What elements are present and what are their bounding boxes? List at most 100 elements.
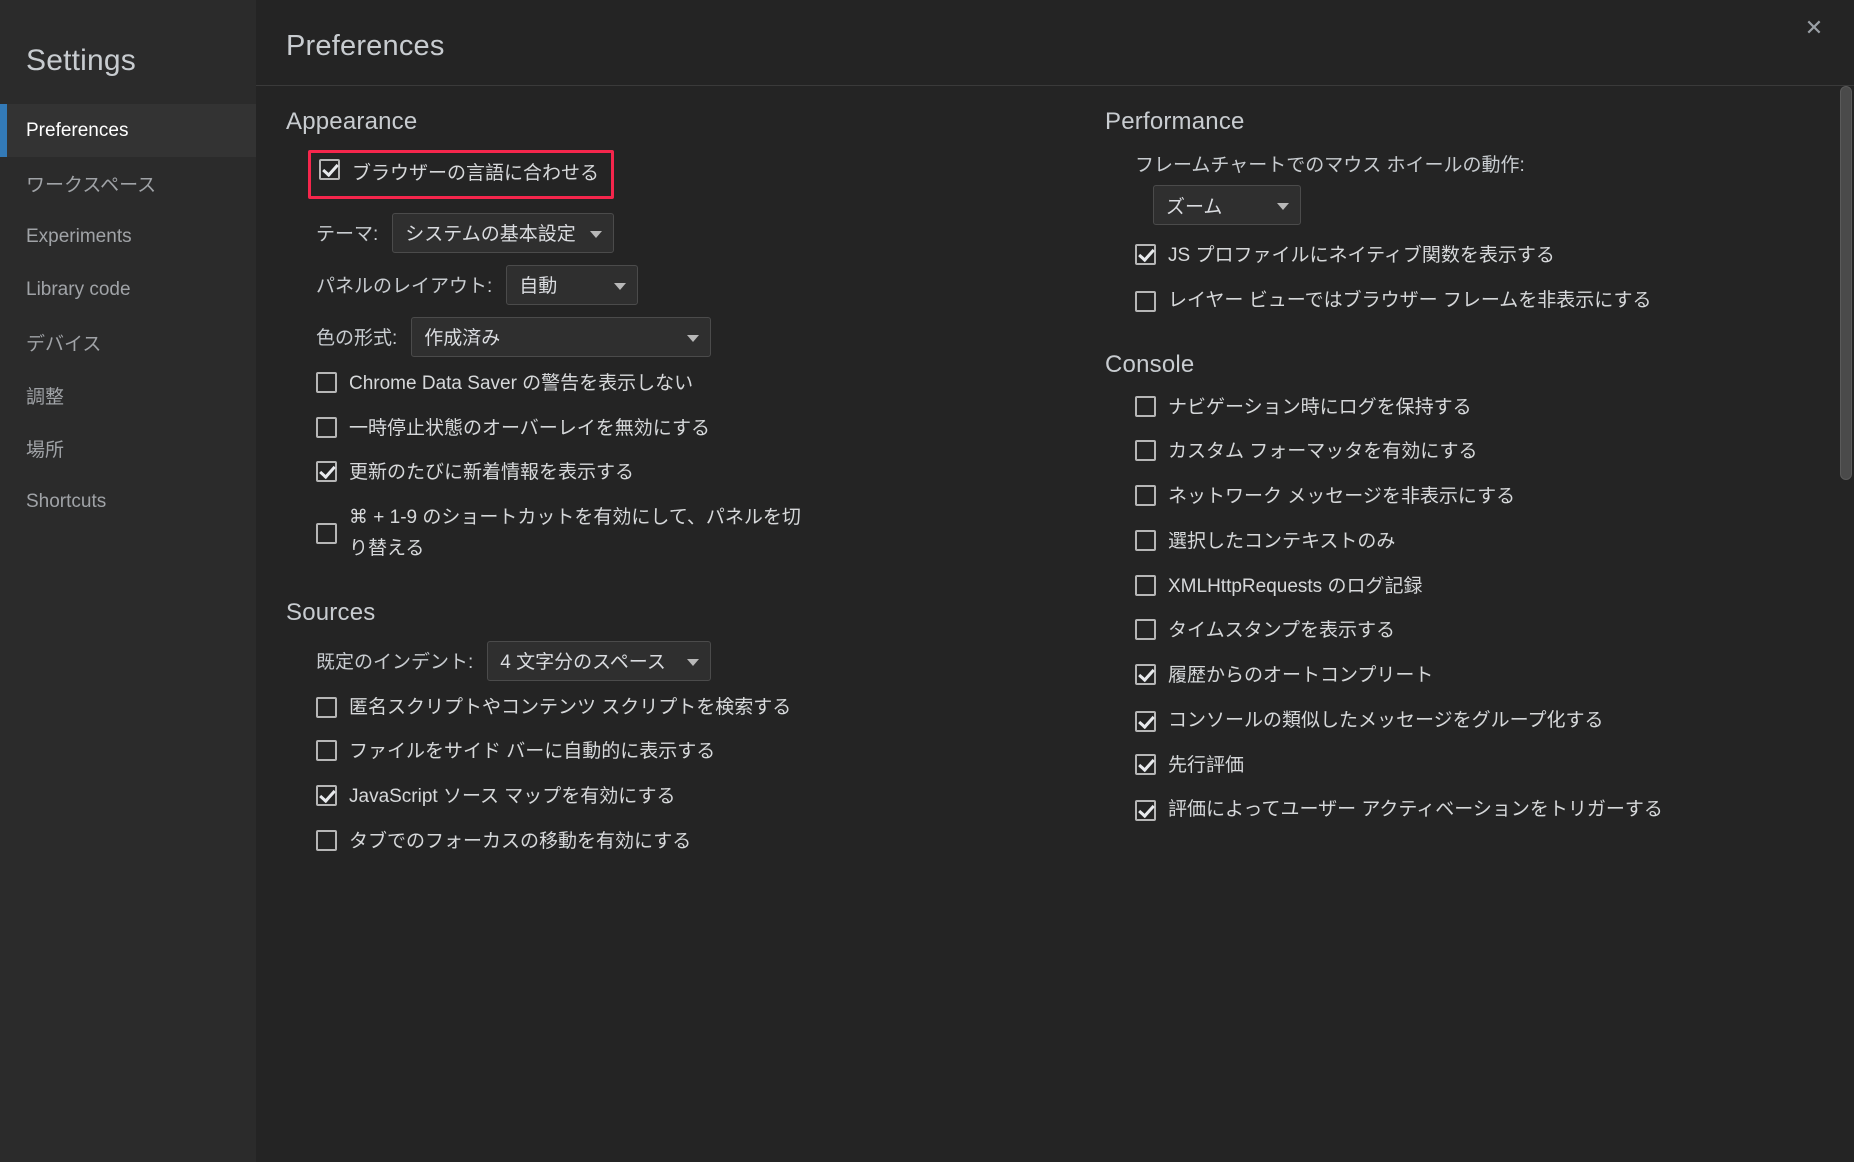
select-row[interactable]: 自動 bbox=[506, 265, 638, 305]
checkbox-unchecked-icon[interactable] bbox=[1135, 291, 1156, 312]
checkbox-row[interactable]: 履歴からのオートコンプリート bbox=[1135, 661, 1834, 692]
checkbox-unchecked-icon[interactable] bbox=[316, 697, 337, 718]
checkbox-label: 匿名スクリプトやコンテンツ スクリプトを検索する bbox=[349, 693, 791, 724]
section-performance: Performance フレームチャートでのマウス ホイールの動作: ズーム JS プ… bbox=[1105, 108, 1834, 317]
checkbox-label: JavaScript ソース マップを有効にする bbox=[349, 782, 676, 813]
checkbox-row[interactable]: ファイルをサイド バーに自動的に表示する bbox=[316, 737, 1035, 768]
select-row[interactable]: 4 文字分のスペース bbox=[487, 641, 711, 681]
checkbox-label: 更新のたびに新着情報を表示する bbox=[349, 458, 634, 489]
checkbox-checked-icon[interactable] bbox=[1135, 664, 1156, 685]
checkbox-label: 選択したコンテキストのみ bbox=[1168, 527, 1395, 558]
sidebar-title: Settings bbox=[0, 44, 256, 104]
sidebar-item-label: 場所 bbox=[26, 435, 64, 462]
checkbox-checked-icon[interactable] bbox=[1135, 711, 1156, 732]
checkbox-row[interactable]: 一時停止状態のオーバーレイを無効にする bbox=[316, 414, 1035, 445]
checkbox-unchecked-icon[interactable] bbox=[316, 523, 337, 544]
select-row[interactable]: ズーム bbox=[1153, 185, 1301, 225]
select-row: フレームチャートでのマウス ホイールの動作: ズーム bbox=[1135, 150, 1834, 225]
checkbox-unchecked-icon[interactable] bbox=[1135, 485, 1156, 506]
select-row[interactable]: 作成済み bbox=[411, 317, 711, 357]
checkbox-row[interactable]: JavaScript ソース マップを有効にする bbox=[316, 782, 1035, 813]
vertical-scrollbar-track[interactable] bbox=[1838, 86, 1854, 1162]
select-label: パネルのレイアウト: bbox=[316, 271, 492, 298]
sidebar-item-デバイス[interactable]: デバイス bbox=[0, 316, 256, 369]
sidebar-item-label: Library code bbox=[26, 279, 131, 301]
checkbox-unchecked-icon[interactable] bbox=[1135, 619, 1156, 640]
sidebar-item-label: Shortcuts bbox=[26, 491, 106, 513]
checkbox-row[interactable]: 更新のたびに新着情報を表示する bbox=[316, 458, 1035, 489]
checkbox-row[interactable]: コンソールの類似したメッセージをグループ化する bbox=[1135, 706, 1834, 737]
section-console: Consoleナビゲーション時にログを保持するカスタム フォーマッタを有効にする… bbox=[1105, 351, 1834, 827]
close-icon[interactable]: ✕ bbox=[1800, 14, 1828, 42]
checkbox-row[interactable]: ⌘ + 1-9 のショートカットを有効にして、パネルを切り替える bbox=[316, 503, 1035, 565]
checkbox-label: ⌘ + 1-9 のショートカットを有効にして、パネルを切り替える bbox=[349, 503, 819, 565]
checkbox-label: ネットワーク メッセージを非表示にする bbox=[1168, 482, 1515, 513]
select-label: テーマ: bbox=[316, 219, 378, 246]
vertical-scrollbar-thumb[interactable] bbox=[1840, 86, 1852, 480]
checkbox-label: 評価によってユーザー アクティベーションをトリガーする bbox=[1168, 795, 1663, 826]
select-label: フレームチャートでのマウス ホイールの動作: bbox=[1135, 150, 1820, 177]
checkbox-row[interactable]: 匿名スクリプトやコンテンツ スクリプトを検索する bbox=[316, 693, 1035, 724]
checkbox-row[interactable]: カスタム フォーマッタを有効にする bbox=[1135, 437, 1834, 468]
checkbox-label: 一時停止状態のオーバーレイを無効にする bbox=[349, 414, 710, 445]
checkbox-row[interactable]: 選択したコンテキストのみ bbox=[1135, 527, 1834, 558]
page-title: Preferences bbox=[286, 30, 1854, 63]
checkbox-unchecked-icon[interactable] bbox=[1135, 396, 1156, 417]
checkbox-unchecked-icon[interactable] bbox=[316, 417, 337, 438]
checkbox-unchecked-icon[interactable] bbox=[316, 740, 337, 761]
sidebar-item-shortcuts[interactable]: Shortcuts bbox=[0, 475, 256, 528]
checkbox-row[interactable]: 評価によってユーザー アクティベーションをトリガーする bbox=[1135, 795, 1834, 826]
checkbox-unchecked-icon[interactable] bbox=[1135, 440, 1156, 461]
checkbox-unchecked-icon[interactable] bbox=[1135, 575, 1156, 596]
right-column: Performance フレームチャートでのマウス ホイールの動作: ズーム JS プ… bbox=[1055, 108, 1854, 1162]
checkbox-row[interactable]: ブラウザーの言語に合わせる bbox=[319, 159, 599, 190]
sidebar-item-label: デバイス bbox=[26, 329, 101, 356]
section-title: Appearance bbox=[286, 108, 1035, 136]
checkbox-checked-icon[interactable] bbox=[319, 159, 340, 180]
checkbox-row[interactable]: レイヤー ビューではブラウザー フレームを非表示にする bbox=[1135, 286, 1834, 317]
sidebar-item-調整[interactable]: 調整 bbox=[0, 369, 256, 422]
checkbox-row[interactable]: XMLHttpRequests のログ記録 bbox=[1135, 572, 1834, 603]
checkbox-row[interactable]: タイムスタンプを表示する bbox=[1135, 616, 1834, 647]
sidebar-item-library-code[interactable]: Library code bbox=[0, 263, 256, 316]
checkbox-row[interactable]: ナビゲーション時にログを保持する bbox=[1135, 393, 1834, 424]
checkbox-label: レイヤー ビューではブラウザー フレームを非表示にする bbox=[1168, 286, 1651, 317]
checkbox-label: Chrome Data Saver の警告を表示しない bbox=[349, 369, 693, 400]
checkbox-row[interactable]: タブでのフォーカスの移動を有効にする bbox=[316, 827, 1035, 858]
checkbox-label: タイムスタンプを表示する bbox=[1168, 616, 1395, 647]
checkbox-unchecked-icon[interactable] bbox=[316, 830, 337, 851]
checkbox-label: ファイルをサイド バーに自動的に表示する bbox=[349, 737, 715, 768]
checkbox-checked-icon[interactable] bbox=[1135, 244, 1156, 265]
select-row: 色の形式: 作成済み bbox=[316, 317, 1035, 357]
sidebar-item-ワークスペース[interactable]: ワークスペース bbox=[0, 157, 256, 210]
checkbox-checked-icon[interactable] bbox=[316, 461, 337, 482]
select-label: 既定のインデント: bbox=[316, 647, 473, 674]
select-value: 作成済み bbox=[424, 323, 500, 350]
section-title: Performance bbox=[1105, 108, 1834, 136]
sidebar-item-label: Preferences bbox=[26, 120, 128, 142]
section-title: Sources bbox=[286, 599, 1035, 627]
checkbox-row[interactable]: 先行評価 bbox=[1135, 751, 1834, 782]
checkbox-checked-icon[interactable] bbox=[1135, 800, 1156, 821]
sidebar-item-experiments[interactable]: Experiments bbox=[0, 210, 256, 263]
sidebar-item-preferences[interactable]: Preferences bbox=[0, 104, 256, 157]
select-row[interactable]: システムの基本設定 bbox=[392, 213, 614, 253]
checkbox-label: 履歴からのオートコンプリート bbox=[1168, 661, 1433, 692]
checkbox-unchecked-icon[interactable] bbox=[316, 372, 337, 393]
checkbox-row[interactable]: ネットワーク メッセージを非表示にする bbox=[1135, 482, 1834, 513]
checkbox-row[interactable]: JS プロファイルにネイティブ関数を表示する bbox=[1135, 241, 1834, 272]
checkbox-unchecked-icon[interactable] bbox=[1135, 530, 1156, 551]
preferences-panel: ✕ Preferences Appearance ブラウザーの言語に合わせるテーマ… bbox=[256, 0, 1854, 1162]
settings-sidebar: Settings Preferences ワークスペース Experiments Li… bbox=[0, 0, 256, 1162]
sidebar-item-label: ワークスペース bbox=[26, 170, 156, 197]
checkbox-label: タブでのフォーカスの移動を有効にする bbox=[349, 827, 691, 858]
checkbox-label: XMLHttpRequests のログ記録 bbox=[1168, 572, 1422, 603]
checkbox-label: カスタム フォーマッタを有効にする bbox=[1168, 437, 1477, 468]
checkbox-checked-icon[interactable] bbox=[316, 785, 337, 806]
checkbox-label: ブラウザーの言語に合わせる bbox=[352, 159, 599, 190]
checkbox-checked-icon[interactable] bbox=[1135, 754, 1156, 775]
select-label: 色の形式: bbox=[316, 323, 397, 350]
checkbox-label: コンソールの類似したメッセージをグループ化する bbox=[1168, 706, 1603, 737]
checkbox-row[interactable]: Chrome Data Saver の警告を表示しない bbox=[316, 369, 1035, 400]
sidebar-item-場所[interactable]: 場所 bbox=[0, 422, 256, 475]
